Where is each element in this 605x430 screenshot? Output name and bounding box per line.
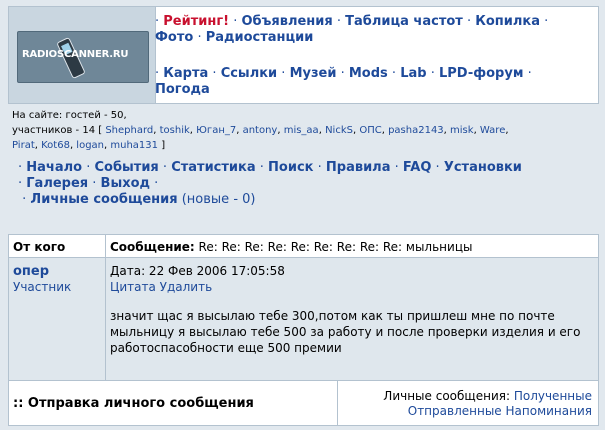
online-user[interactable]: Pirat — [12, 140, 35, 151]
online-members-count: участников - 14 [ — [12, 125, 103, 136]
nav-gallery[interactable]: Галерея — [26, 176, 88, 191]
message-table: От кого Сообщение: Re: Re: Re: Re: Re: R… — [8, 234, 599, 383]
nav-home[interactable]: Начало — [26, 160, 82, 175]
menu-museum[interactable]: Музей — [290, 66, 337, 81]
online-user[interactable]: Юган_7 — [196, 125, 236, 136]
online-user[interactable]: Kot68 — [41, 140, 70, 151]
delete-button[interactable]: Удалить — [160, 280, 213, 294]
top-menu-row-2: · Карта · Ссылки · Музей · Mods · Lab · … — [155, 66, 532, 97]
forum-nav: · Начало · События · Статистика · Поиск … — [18, 160, 522, 207]
message-actions: Цитата Удалить — [110, 280, 594, 294]
online-user[interactable]: antony — [243, 125, 278, 136]
menu-map[interactable]: Карта — [163, 66, 208, 81]
pm-sent-link[interactable]: Отправленные — [408, 404, 502, 418]
top-menu-row-1: · Рейтинг! · Объявления · Таблица частот… — [155, 14, 549, 45]
message-row: опер Участник Дата: 22 Фев 2006 17:05:58… — [9, 258, 598, 382]
online-user[interactable]: misk — [450, 125, 474, 136]
message-subject: Re: Re: Re: Re: Re: Re: Re: Re: Re: мыль… — [198, 240, 473, 254]
pm-links: Личные сообщения: Полученные Отправленны… — [338, 381, 598, 425]
menu-mods[interactable]: Mods — [349, 66, 388, 81]
pm-reminders-link[interactable]: Напоминания — [506, 404, 592, 418]
pm-label: Личные сообщения: — [383, 389, 510, 403]
nav-faq[interactable]: FAQ — [403, 160, 432, 175]
online-user[interactable]: mis_aa — [284, 125, 319, 136]
online-user[interactable]: logan — [76, 140, 104, 151]
subject-header: Сообщение: Re: Re: Re: Re: Re: Re: Re: R… — [106, 235, 598, 257]
menu-ads[interactable]: Объявления — [241, 14, 332, 29]
pm-footer: :: Отправка личного сообщения Личные соо… — [8, 380, 599, 426]
message-content: Дата: 22 Фев 2006 17:05:58 Цитата Удалит… — [106, 258, 598, 382]
menu-rating[interactable]: Рейтинг! — [163, 14, 229, 29]
online-user[interactable]: Shephard — [105, 125, 153, 136]
from-header: От кого — [9, 235, 106, 257]
online-user[interactable]: NickS — [325, 125, 353, 136]
site-logo[interactable]: RADIOSCANNER.RU — [17, 31, 149, 83]
logo-cell: RADIOSCANNER.RU — [9, 7, 156, 103]
nav-private-messages[interactable]: Личные сообщения — [30, 192, 177, 207]
author-name[interactable]: опер — [13, 264, 101, 279]
online-user[interactable]: pasha2143 — [388, 125, 444, 136]
author-cell: опер Участник — [9, 258, 106, 382]
message-date: Дата: 22 Фев 2006 17:05:58 — [110, 264, 285, 278]
nav-rules[interactable]: Правила — [326, 160, 391, 175]
pm-received-link[interactable]: Полученные — [514, 389, 592, 403]
nav-settings[interactable]: Установки — [444, 160, 522, 175]
message-text: значит щас я высылаю тебе 300,потом как … — [110, 309, 581, 355]
online-user[interactable]: ОПС — [359, 125, 381, 136]
menu-freq-table[interactable]: Таблица частот — [345, 14, 463, 29]
message-header-row: От кого Сообщение: Re: Re: Re: Re: Re: R… — [9, 235, 598, 258]
online-user[interactable]: Ware — [480, 125, 505, 136]
online-user[interactable]: toshik — [160, 125, 190, 136]
menu-lpd-forum[interactable]: LPD-форум — [439, 66, 523, 81]
menu-links[interactable]: Ссылки — [221, 66, 277, 81]
menu-weather[interactable]: Погода — [155, 82, 210, 97]
subject-label: Сообщение: — [110, 240, 195, 254]
pm-new-count: (новые - 0) — [181, 192, 256, 207]
menu-radiostations[interactable]: Радиостанции — [206, 30, 314, 45]
nav-logout[interactable]: Выход — [101, 176, 150, 191]
nav-events[interactable]: События — [94, 160, 158, 175]
send-pm-title: :: Отправка личного сообщения — [9, 381, 338, 425]
nav-search[interactable]: Поиск — [268, 160, 313, 175]
online-users: На сайте: гостей - 50, участников - 14 [… — [12, 110, 509, 151]
menu-photo[interactable]: Фото — [155, 30, 193, 45]
online-members-close: ] — [161, 140, 166, 151]
quote-button[interactable]: Цитата — [110, 280, 156, 294]
online-guests: На сайте: гостей - 50, — [12, 110, 127, 121]
logo-text: RADIOSCANNER.RU — [22, 49, 129, 60]
online-user[interactable]: muha131 — [110, 140, 158, 151]
author-role: Участник — [13, 280, 72, 294]
nav-stats[interactable]: Статистика — [171, 160, 255, 175]
menu-lab[interactable]: Lab — [400, 66, 426, 81]
menu-kopilka[interactable]: Копилка — [475, 14, 540, 29]
